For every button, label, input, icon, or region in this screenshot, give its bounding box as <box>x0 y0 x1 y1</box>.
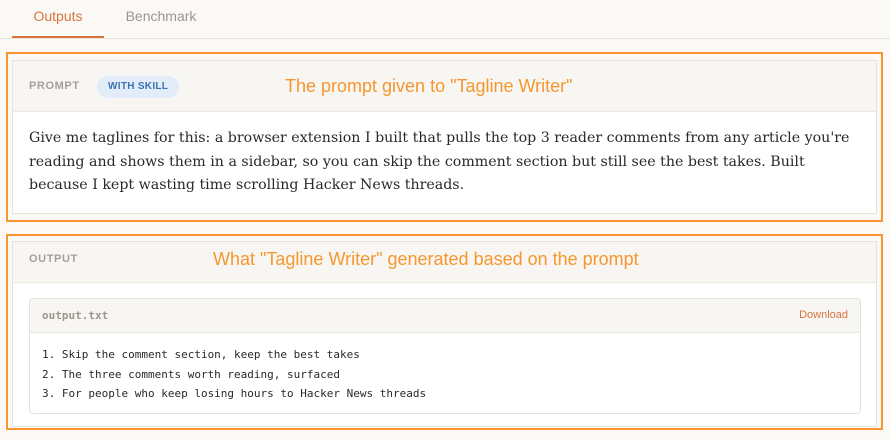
output-highlight-box <box>6 234 883 430</box>
prompt-highlight-box <box>6 52 883 222</box>
tab-benchmark[interactable]: Benchmark <box>110 0 212 37</box>
tab-bar: Outputs Benchmark <box>0 0 890 39</box>
tab-outputs[interactable]: Outputs <box>12 0 104 38</box>
